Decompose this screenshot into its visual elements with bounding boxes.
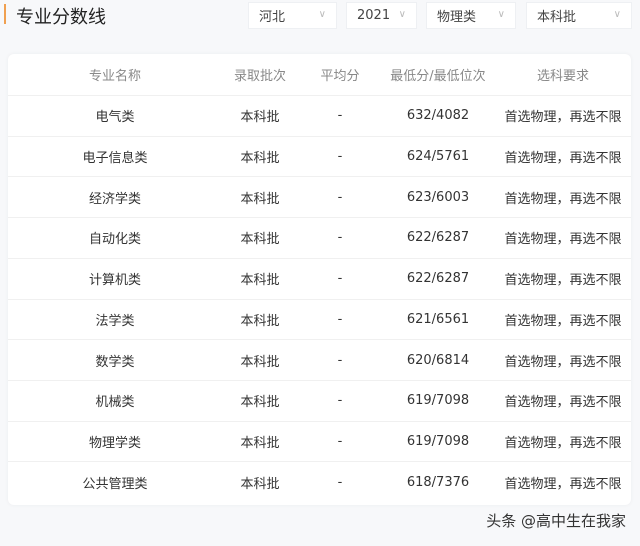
table-cell: 本科批 <box>240 273 280 289</box>
table-cell: 本科批 <box>240 110 280 126</box>
column-header: 专业名称 <box>88 68 141 84</box>
column-header: 平均分 <box>320 68 360 84</box>
table-cell: 公共管理类 <box>82 476 148 492</box>
table-cell: 624/5761 <box>406 149 470 165</box>
column-header: 最低分/最低位次 <box>390 68 486 84</box>
table-cell: 622/6287 <box>406 271 470 287</box>
chevron-down-icon: ∨ <box>318 9 326 20</box>
table-cell: - <box>337 393 343 409</box>
column-header: 选科要求 <box>536 68 589 84</box>
page-title: 专业分数线 <box>16 7 106 28</box>
table-cell: 首选物理，再选不限 <box>504 313 622 329</box>
table-cell: 物理学类 <box>88 435 141 451</box>
province-dropdown[interactable]: 河北 ∨ <box>248 2 337 29</box>
table-cell: - <box>337 433 343 449</box>
table-cell: 632/4082 <box>406 108 470 124</box>
table-row[interactable]: 计算机类 本科批 - 622/6287 首选物理，再选不限 <box>8 257 631 299</box>
table-cell: - <box>337 271 343 287</box>
score-table: 专业名称 录取批次 平均分 最低分/最低位次 选科要求 电气类 本科批 -632/4082 首选… <box>8 54 631 505</box>
table-cell: 本科批 <box>240 313 280 329</box>
table-cell: 电气类 <box>95 110 135 126</box>
table-cell: 自动化类 <box>88 232 141 248</box>
table-cell: - <box>337 189 343 205</box>
table-cell: 首选物理，再选不限 <box>504 273 622 289</box>
table-cell: - <box>337 108 343 124</box>
table-row[interactable]: 经济学类 本科批 - 623/6003 首选物理，再选不限 <box>8 176 631 217</box>
title-accent-bar <box>4 4 6 24</box>
table-cell: 首选物理，再选不限 <box>504 395 622 411</box>
column-header: 录取批次 <box>233 68 286 84</box>
table-cell: 数学类 <box>95 354 135 370</box>
chevron-down-icon: ∨ <box>497 9 505 20</box>
table-cell: 621/6561 <box>406 311 470 327</box>
table-row[interactable]: 公共管理类 本科批 - 618/7376 首选物理，再选不限 <box>8 461 631 502</box>
table-cell: 计算机类 <box>88 273 141 289</box>
table-cell: 本科批 <box>240 191 280 207</box>
dropdown-value: 2021 <box>357 8 391 23</box>
subject-dropdown[interactable]: 物理类 ∨ <box>426 2 516 29</box>
table-cell: 机械类 <box>95 395 135 411</box>
table-header: 专业名称 录取批次 平均分 最低分/最低位次 选科要求 <box>8 54 631 95</box>
table-cell: 首选物理，再选不限 <box>504 354 622 370</box>
year-dropdown[interactable]: 2021 ∨ <box>346 2 417 29</box>
table-cell: 经济学类 <box>88 191 141 207</box>
table-cell: 本科批 <box>240 435 280 451</box>
dropdown-value: 本科批 <box>537 10 577 25</box>
table-cell: 法学类 <box>95 313 135 329</box>
table-cell: 619/7098 <box>406 393 470 409</box>
table-row[interactable]: 数学类 本科批 - 620/6814 首选物理，再选不限 <box>8 339 631 380</box>
table-cell: - <box>337 311 343 327</box>
table-cell: 本科批 <box>240 476 280 492</box>
table-cell: 首选物理，再选不限 <box>504 191 622 207</box>
table-cell: 本科批 <box>240 395 280 411</box>
watermark: 头条 @高中生在我家 <box>486 512 626 530</box>
table-cell: 首选物理，再选不限 <box>504 476 622 492</box>
table-row[interactable]: 自动化类 本科批 - 622/6287 首选物理，再选不限 <box>8 217 631 258</box>
table-cell: - <box>337 230 343 246</box>
table-row[interactable]: 电子信息类 本科批 - 624/5761 首选物理，再选不限 <box>8 135 631 177</box>
table-cell: 本科批 <box>240 151 280 167</box>
table-cell: - <box>337 474 343 490</box>
table-cell: 618/7376 <box>406 474 470 490</box>
chevron-down-icon: ∨ <box>613 9 621 20</box>
dropdown-value: 物理类 <box>437 10 477 25</box>
table-cell: 623/6003 <box>406 189 470 205</box>
table-row[interactable]: 机械类 本科批 - 619/7098 首选物理，再选不限 <box>8 379 631 421</box>
table-cell: - <box>337 149 343 165</box>
table-cell: 首选物理，再选不限 <box>504 110 622 126</box>
table-cell: 本科批 <box>240 232 280 248</box>
chevron-down-icon: ∨ <box>398 9 406 20</box>
table-cell: 619/7098 <box>406 433 470 449</box>
table-cell: 622/6287 <box>406 230 470 246</box>
table-cell: 首选物理，再选不限 <box>504 151 622 167</box>
table-cell: 本科批 <box>240 354 280 370</box>
table-cell: 620/6814 <box>406 352 470 368</box>
table-row[interactable]: 法学类 本科批 - 621/6561 首选物理，再选不限 <box>8 298 631 340</box>
table-row[interactable]: 电气类 本科批 - 632/4082 首选物理，再选不限 <box>8 95 631 136</box>
dropdown-value: 河北 <box>259 10 286 25</box>
table-cell: 电子信息类 <box>82 151 148 167</box>
table-cell: 首选物理，再选不限 <box>504 232 622 248</box>
table-row[interactable]: 物理学类 本科批 - 619/7098 首选物理，再选不限 <box>8 420 631 462</box>
batch-dropdown[interactable]: 本科批 ∨ <box>526 2 632 29</box>
table-cell: 首选物理，再选不限 <box>504 435 622 451</box>
table-cell: - <box>337 352 343 368</box>
